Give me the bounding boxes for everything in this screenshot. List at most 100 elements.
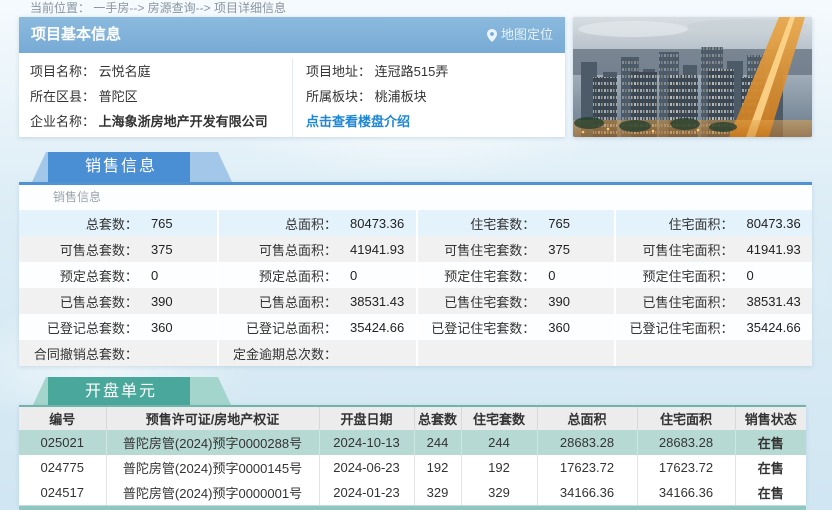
col-serial: 编号	[19, 406, 106, 430]
project-info-body: 项目名称： 云悦名庭 所在区县： 普陀区 企业名称： 上海象浙房地产开发有限公司…	[19, 53, 565, 137]
sales-field-label: 已售住宅面积：	[616, 292, 734, 311]
field-address: 项目地址： 连冠路515弄	[293, 59, 565, 84]
building-intro-link[interactable]: 点击查看楼盘介绍	[306, 114, 410, 129]
tab-sales-info-label: 销售信息	[85, 158, 157, 175]
cell-total-units: 192	[414, 455, 461, 480]
col-sale-status: 销售状态	[735, 406, 806, 430]
sales-row-reserved: 预定总套数：0 预定总面积：0 预定住宅套数：0 预定住宅面积：0	[19, 262, 812, 288]
sales-field-label: 住宅套数：	[418, 214, 536, 233]
opening-unit-row[interactable]: 024775 普陀房管(2024)预字0000145号 2024-06-23 1…	[19, 455, 806, 480]
map-locate-link[interactable]: 地图定位	[487, 17, 553, 53]
map-pin-icon	[487, 29, 497, 42]
cell-open-date: 2024-10-13	[319, 430, 414, 455]
sales-field: 住宅面积：80473.36	[614, 210, 812, 236]
sales-field: 总面积：80473.36	[217, 210, 415, 236]
sales-field-value: 360	[138, 320, 173, 335]
col-residential-area: 住宅面积	[637, 406, 735, 430]
field-label: 项目地址：	[306, 64, 371, 79]
sales-field-label: 可售总面积：	[219, 240, 337, 259]
project-info-header: 项目基本信息 地图定位	[19, 17, 565, 53]
tab-opening-units-label: 开盘单元	[85, 383, 157, 400]
map-locate-label: 地图定位	[501, 17, 553, 53]
sales-field-value: 390	[535, 294, 570, 309]
field-value: 桃浦板块	[375, 89, 427, 104]
sales-field-label: 合同撤销总套数：	[19, 344, 138, 363]
field-label: 项目名称：	[30, 64, 95, 79]
field-district: 所在区县： 普陀区	[19, 84, 292, 109]
sales-field: 预定住宅面积：0	[614, 262, 812, 288]
sales-field: 可售住宅面积：41941.93	[614, 236, 812, 262]
cell-open-date: 2024-01-23	[319, 480, 414, 505]
sales-field	[416, 340, 614, 366]
field-label: 所属板块：	[306, 89, 371, 104]
sales-field-label: 预定住宅面积：	[616, 266, 734, 285]
sales-field-label: 已登记总套数：	[19, 318, 138, 337]
next-row-partial-strip	[19, 506, 806, 510]
sales-field-label: 预定总套数：	[19, 266, 138, 285]
field-project-name: 项目名称： 云悦名庭	[19, 59, 292, 84]
sales-row-available: 可售总套数：375 可售总面积：41941.93 可售住宅套数：375 可售住宅…	[19, 236, 812, 262]
opening-unit-row[interactable]: 024517 普陀房管(2024)预字0000001号 2024-01-23 3…	[19, 480, 806, 505]
cell-license: 普陀房管(2024)预字0000145号	[106, 455, 319, 480]
col-total-units: 总套数	[414, 406, 461, 430]
col-license: 预售许可证/房地产权证	[106, 406, 319, 430]
sales-field-label: 可售住宅面积：	[616, 240, 734, 259]
sales-field-label: 已售住宅套数：	[418, 292, 536, 311]
cell-residential-units: 244	[461, 430, 537, 455]
field-developer: 企业名称： 上海象浙房地产开发有限公司	[19, 109, 292, 134]
sales-field-label: 可售总套数：	[19, 240, 138, 259]
sales-field: 可售总面积：41941.93	[217, 236, 415, 262]
sales-field-value: 41941.93	[734, 242, 801, 257]
sales-field: 预定总套数：0	[19, 262, 217, 288]
cell-total-units: 329	[414, 480, 461, 505]
sales-field-value: 390	[138, 294, 173, 309]
sales-field: 已登记住宅面积：35424.66	[614, 314, 812, 340]
opening-units-header-row: 编号 预售许可证/房地产权证 开盘日期 总套数 住宅套数 总面积 住宅面积 销售…	[19, 406, 806, 430]
opening-units-table: 编号 预售许可证/房地产权证 开盘日期 总套数 住宅套数 总面积 住宅面积 销售…	[19, 405, 806, 505]
sales-field-label: 可售住宅套数：	[418, 240, 536, 259]
col-open-date: 开盘日期	[319, 406, 414, 430]
project-info-right-column: 项目地址： 连冠路515弄 所属板块： 桃浦板块 点击查看楼盘介绍	[292, 59, 565, 137]
cell-open-date: 2024-06-23	[319, 455, 414, 480]
sales-field-value: 765	[138, 216, 173, 231]
sales-field-value: 0	[337, 268, 357, 283]
cell-total-area: 17623.72	[537, 455, 637, 480]
sales-field-value: 41941.93	[337, 242, 404, 257]
sales-field-value: 38531.43	[337, 294, 404, 309]
sales-field-label: 定金逾期总次数：	[219, 344, 337, 363]
sales-row-sold: 已售总套数：390 已售总面积：38531.43 已售住宅套数：390 已售住宅…	[19, 288, 812, 314]
sales-field-value: 0	[138, 268, 158, 283]
sales-field: 可售总套数：375	[19, 236, 217, 262]
sales-field: 已登记总面积：35424.66	[217, 314, 415, 340]
field-label: 所在区县：	[30, 89, 95, 104]
field-intro: 点击查看楼盘介绍	[293, 109, 565, 134]
sales-field: 已登记住宅套数：360	[416, 314, 614, 340]
sales-field-value: 360	[535, 320, 570, 335]
field-value: 云悦名庭	[99, 64, 151, 79]
cell-serial: 024517	[19, 480, 106, 505]
sales-field: 总套数：765	[19, 210, 217, 236]
sales-field-value: 375	[535, 242, 570, 257]
sales-field-label: 已售总面积：	[219, 292, 337, 311]
opening-unit-row[interactable]: 025021 普陀房管(2024)预字0000288号 2024-10-13 2…	[19, 430, 806, 455]
sales-field: 住宅套数：765	[416, 210, 614, 236]
sales-field-label: 总面积：	[219, 214, 337, 233]
sales-info-sublabel: 销售信息	[19, 185, 812, 210]
field-label: 企业名称：	[30, 114, 95, 129]
sales-field-value: 80473.36	[734, 216, 801, 231]
cell-residential-area: 28683.28	[637, 430, 735, 455]
sales-field: 已售住宅面积：38531.43	[614, 288, 812, 314]
cell-total-area: 34166.36	[537, 480, 637, 505]
page: 当前位置： 一手房--> 房源查询--> 项目详细信息 项目基本信息 地图定位 …	[0, 0, 832, 510]
cell-serial: 024775	[19, 455, 106, 480]
cell-serial: 025021	[19, 430, 106, 455]
developer-link[interactable]: 上海象浙房地产开发有限公司	[99, 114, 268, 129]
sales-field-value: 0	[535, 268, 555, 283]
sales-field	[614, 340, 812, 366]
project-info-title: 项目基本信息	[31, 17, 121, 53]
sales-field-value: 375	[138, 242, 173, 257]
col-total-area: 总面积	[537, 406, 637, 430]
sales-field-label: 已登记住宅面积：	[616, 318, 734, 337]
sales-field: 预定总面积：0	[217, 262, 415, 288]
sales-field-value: 80473.36	[337, 216, 404, 231]
